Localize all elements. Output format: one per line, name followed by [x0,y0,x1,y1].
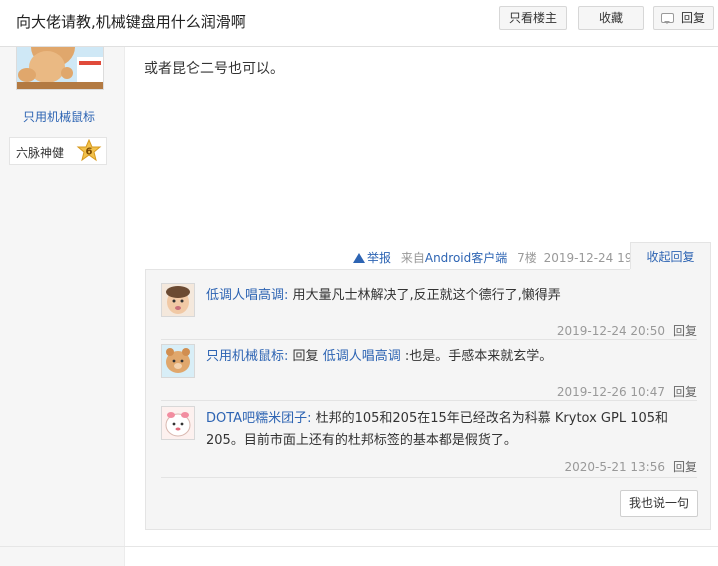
only-op-button[interactable]: 只看楼主 [499,6,567,30]
comment-time: 2019-12-26 10:47 [556,385,665,399]
comment-username[interactable]: 只用机械鼠标: [206,349,288,364]
level-badge[interactable]: 六脉神健 6 [9,137,107,165]
thread-title: 向大佬请教,机械键盘用什么润滑啊 [16,13,246,31]
comment-text: 只用机械鼠标: 回复 低调人唱高调 :也是。手感本来就玄学。 [206,346,696,368]
comment-time: 2020-5-21 13:56 [564,460,665,474]
comment-panel-top-border [145,269,630,270]
commenter-avatar[interactable] [161,344,195,378]
comment-reply-prefix: 回复 [292,349,319,364]
author-sidebar: 只用机械鼠标 六脉神健 6 [0,0,125,566]
comment-username[interactable]: 低调人唱高调: [206,288,288,303]
post-divider [0,546,718,547]
author-name-link[interactable]: 只用机械鼠标 [0,108,118,125]
comment-text: DOTA吧糯米团子: 杜邦的105和205在15年已经改名为科慕 Krytox … [206,408,696,452]
post-content: 或者昆仑二号也可以。 [144,61,284,77]
comment-body: 用大量凡士林解决了,反正就这个德行了,懒得弄 [292,288,561,303]
commenter-avatar[interactable] [161,283,195,317]
comment-footer: 2019-12-24 20:50 回复 [557,322,697,339]
comment-body: :也是。手感本来就玄学。 [404,349,553,364]
comment-divider [161,339,697,340]
post-meta: 举报 来自Android客户端 7楼 2019-12-24 19:00 [353,249,655,266]
level-number: 6 [86,147,93,158]
client-source: 来自Android客户端 [400,251,508,265]
add-comment-button[interactable]: 我也说一句 [620,490,698,517]
reply-button[interactable]: 回复 [653,6,714,30]
comment-text: 低调人唱高调: 用大量凡士林解决了,反正就这个德行了,懒得弄 [206,285,696,307]
android-client-link[interactable]: Android客户端 [425,251,507,265]
comment-time: 2019-12-24 20:50 [556,324,665,338]
comment-footer: 2020-5-21 13:56 回复 [564,458,697,475]
comment-quoted-user[interactable]: 低调人唱高调 [323,349,401,364]
warning-icon [353,253,365,263]
favorite-button[interactable]: 收藏 [578,6,644,30]
floor-number: 7楼 [517,251,537,265]
comment-divider [161,400,697,401]
collapse-replies-button[interactable]: 收起回复 [630,242,711,270]
comment-item: 只用机械鼠标: 回复 低调人唱高调 :也是。手感本来就玄学。 2019-12-2… [161,344,697,400]
commenter-avatar[interactable] [161,406,195,440]
reply-icon [661,13,674,24]
level-star-icon: 6 [76,139,102,162]
report-label: 举报 [367,251,392,265]
comment-reply-link[interactable]: 回复 [673,324,697,338]
comment-username[interactable]: DOTA吧糯米团子: [206,411,311,426]
comment-reply-link[interactable]: 回复 [673,460,697,474]
level-name: 六脉神健 [16,146,65,160]
comment-divider [161,477,697,478]
comment-item: DOTA吧糯米团子: 杜邦的105和205在15年已经改名为科慕 Krytox … [161,406,697,475]
reply-button-label: 回复 [681,11,706,25]
comment-item: 低调人唱高调: 用大量凡士林解决了,反正就这个德行了,懒得弄 2019-12-2… [161,283,697,339]
comment-panel: 低调人唱高调: 用大量凡士林解决了,反正就这个德行了,懒得弄 2019-12-2… [145,269,711,530]
comment-footer: 2019-12-26 10:47 回复 [557,383,697,400]
thread-header-bar: 向大佬请教,机械键盘用什么润滑啊 只看楼主 收藏 回复 [0,0,718,47]
report-link[interactable]: 举报 [353,251,394,265]
comment-reply-link[interactable]: 回复 [673,385,697,399]
